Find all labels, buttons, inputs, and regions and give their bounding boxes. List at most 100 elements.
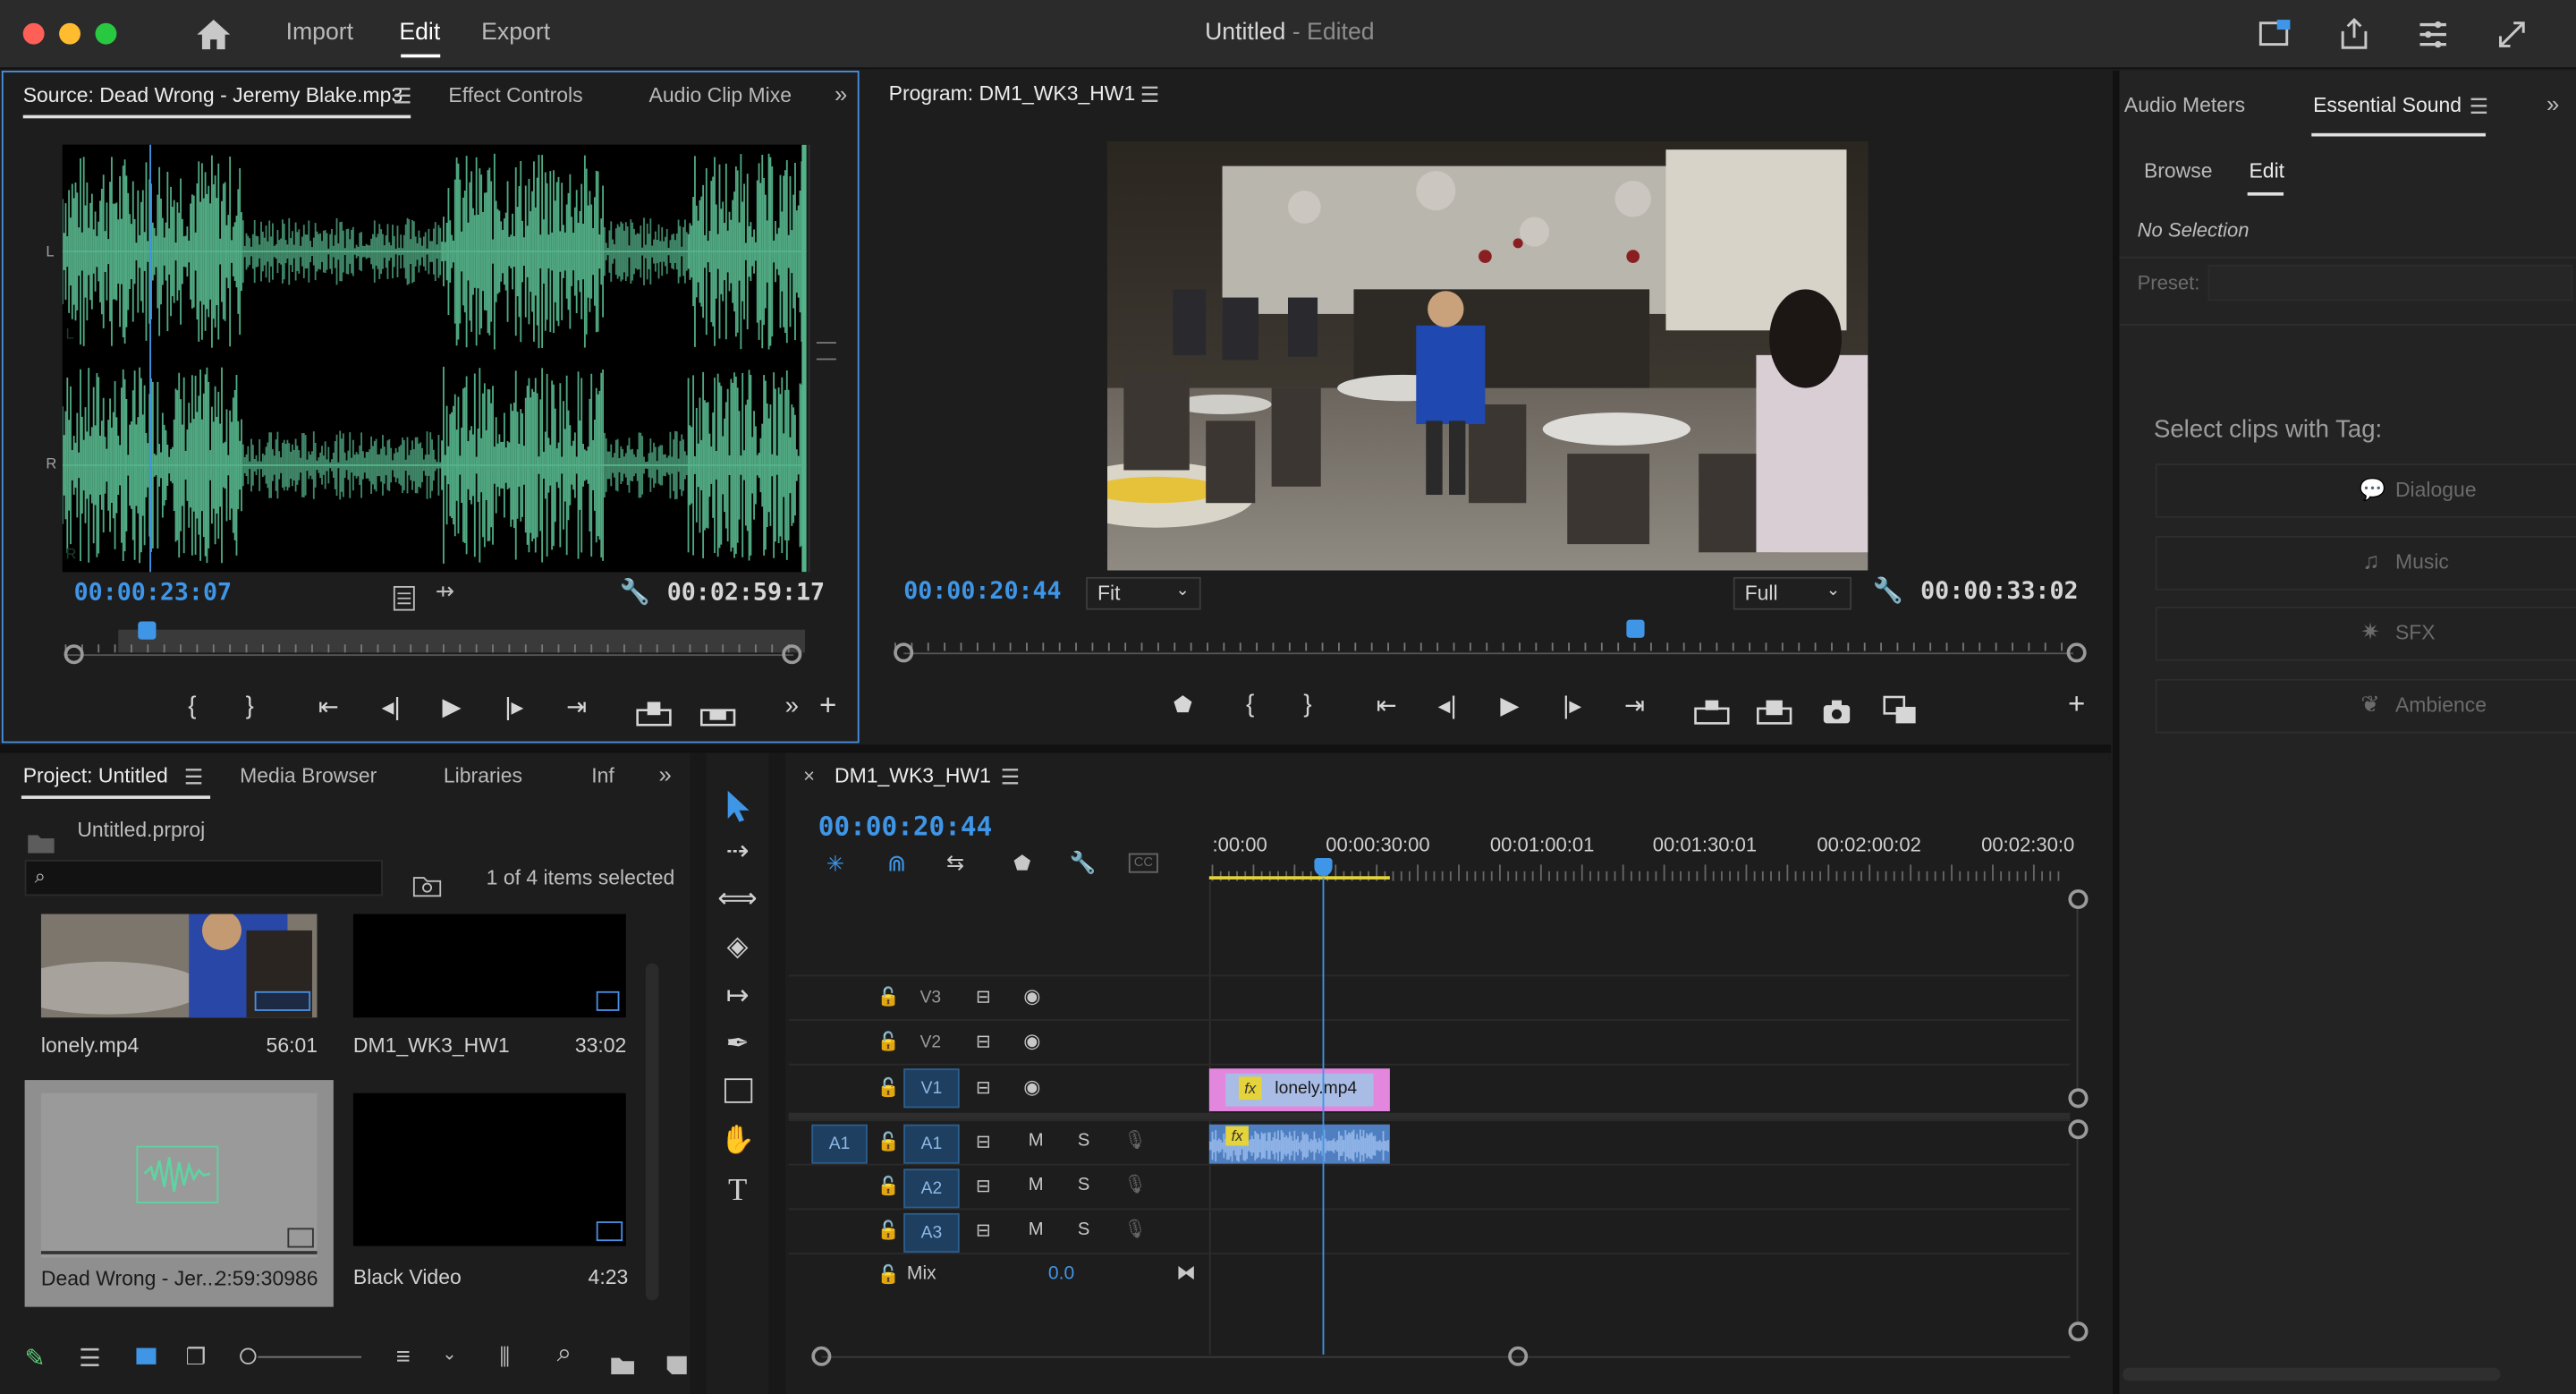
video-scroll-top-handle[interactable] bbox=[2068, 888, 2089, 910]
zoom-handle-right[interactable] bbox=[782, 644, 802, 665]
icon-view-icon[interactable] bbox=[136, 1347, 157, 1364]
dialogue-tag-button[interactable]: 💬 Dialogue bbox=[2155, 463, 2576, 518]
project-item-sequence[interactable]: DM1_WK3_HW1 33:02 bbox=[350, 914, 646, 1072]
panel-divider-horizontal[interactable] bbox=[0, 744, 2112, 753]
vertical-scrollbar[interactable] bbox=[645, 963, 659, 1301]
track-target-v1[interactable]: V1 bbox=[903, 1068, 960, 1109]
add-marker-icon[interactable]: ⬟ bbox=[1013, 852, 1030, 875]
overwrite-icon[interactable] bbox=[699, 693, 736, 727]
chevron-down-icon[interactable]: ⌄ bbox=[442, 1343, 457, 1364]
tab-libraries[interactable]: Libraries bbox=[444, 764, 522, 787]
workspaces-icon[interactable] bbox=[2415, 16, 2451, 52]
pen-tool-icon[interactable]: ✒ bbox=[707, 1027, 769, 1060]
timeline-playhead-handle[interactable] bbox=[1314, 858, 1333, 877]
edit-tab[interactable]: Edit bbox=[399, 20, 440, 46]
captions-icon[interactable]: CC bbox=[1128, 853, 1158, 873]
microphone-icon[interactable]: 🎙 bbox=[1123, 1174, 1147, 1195]
quick-export-icon[interactable] bbox=[2258, 16, 2293, 52]
tab-sequence[interactable]: DM1_WK3_HW1 bbox=[835, 764, 991, 787]
playback-resolution-select[interactable]: Full ⌄ bbox=[1733, 576, 1852, 610]
audio-clip[interactable]: fx bbox=[1208, 1124, 1390, 1164]
more-panels-chevron-icon[interactable]: » bbox=[835, 81, 847, 106]
mute-button[interactable]: M bbox=[1029, 1176, 1044, 1195]
new-bin-icon[interactable] bbox=[609, 1343, 635, 1374]
mute-button[interactable]: M bbox=[1029, 1131, 1044, 1151]
sync-lock-icon[interactable]: ⊟ bbox=[976, 1176, 991, 1196]
video-vertical-scrollbar[interactable] bbox=[2076, 909, 2079, 1089]
close-sequence-icon[interactable]: × bbox=[803, 764, 815, 787]
go-to-in-icon[interactable]: ⇤ bbox=[310, 692, 346, 721]
solo-button[interactable]: S bbox=[1078, 1220, 1089, 1239]
eye-icon[interactable]: ◉ bbox=[1023, 1075, 1040, 1099]
comparison-view-icon[interactable] bbox=[1883, 692, 1919, 724]
audio-scroll-top-handle[interactable] bbox=[2068, 1119, 2089, 1140]
settings-wrench-icon[interactable]: 🔧 bbox=[619, 577, 649, 607]
new-search-bin-icon[interactable] bbox=[412, 864, 442, 897]
microphone-icon[interactable]: 🎙 bbox=[1123, 1129, 1147, 1151]
program-time-ruler[interactable] bbox=[892, 618, 2078, 651]
fullscreen-icon[interactable] bbox=[2494, 16, 2529, 52]
panel-divider-vertical[interactable] bbox=[690, 752, 707, 1394]
zoom-handle-right[interactable] bbox=[2066, 642, 2087, 663]
tab-essential-sound[interactable]: Essential Sound bbox=[2313, 94, 2462, 117]
program-video-frame[interactable] bbox=[1106, 141, 1868, 571]
zoom-slider[interactable] bbox=[258, 1356, 362, 1358]
solo-button[interactable]: S bbox=[1078, 1131, 1089, 1151]
tab-effect-controls[interactable]: Effect Controls bbox=[448, 84, 582, 107]
project-item-lonely[interactable]: lonely.mp4 56:01 bbox=[25, 914, 337, 1072]
track-target-a1[interactable]: A1 bbox=[903, 1124, 960, 1164]
ambience-tag-button[interactable]: ❦ Ambience bbox=[2155, 678, 2576, 734]
lock-icon[interactable]: 🔓 bbox=[877, 1264, 900, 1286]
list-view-icon[interactable]: ☰ bbox=[79, 1343, 101, 1373]
lock-icon[interactable]: 🔓 bbox=[877, 1176, 900, 1196]
video-clip[interactable]: fx lonely.mp4 bbox=[1208, 1068, 1390, 1111]
timeline-panel-menu-icon[interactable]: ☰ bbox=[1001, 764, 1020, 790]
tab-edit[interactable]: Edit bbox=[2249, 159, 2284, 183]
snap-magnet-icon[interactable]: ⋒ bbox=[887, 850, 907, 878]
zoom-bar[interactable] bbox=[64, 654, 794, 657]
timeline-timecode[interactable]: 00:00:20:44 bbox=[818, 811, 993, 842]
project-item-audio[interactable]: Dead Wrong - Jer... 2:59:30986 bbox=[24, 1080, 334, 1307]
lock-icon[interactable]: 🔓 bbox=[877, 986, 900, 1007]
slip-tool-icon[interactable]: ↦ bbox=[707, 980, 769, 1013]
source-current-timecode[interactable]: 00:00:23:07 bbox=[74, 581, 232, 607]
solo-button[interactable]: S bbox=[1078, 1176, 1089, 1195]
project-search-input[interactable]: ⌕ bbox=[24, 859, 383, 897]
play-icon[interactable]: ▶ bbox=[434, 692, 470, 721]
timeline-zoom-right-handle[interactable] bbox=[1508, 1346, 1529, 1366]
export-frame-camera-icon[interactable] bbox=[1822, 692, 1852, 724]
sync-lock-icon[interactable]: ⊟ bbox=[976, 1076, 991, 1098]
step-forward-icon[interactable]: |▸ bbox=[496, 692, 532, 721]
mark-in-icon[interactable]: { bbox=[174, 692, 210, 719]
find-icon[interactable]: ⌕ bbox=[557, 1339, 572, 1369]
new-item-icon[interactable] bbox=[665, 1343, 689, 1374]
extract-icon[interactable] bbox=[1756, 692, 1792, 725]
lift-icon[interactable] bbox=[1694, 692, 1730, 725]
sort-icon[interactable]: ≡ bbox=[396, 1343, 411, 1371]
more-buttons-icon[interactable]: » bbox=[774, 692, 809, 719]
lock-icon[interactable]: 🔓 bbox=[877, 1076, 900, 1098]
razor-tool-icon[interactable]: ◈ bbox=[707, 931, 769, 964]
horizontal-scrollbar[interactable] bbox=[2123, 1367, 2501, 1381]
step-forward-icon[interactable]: |▸ bbox=[1555, 691, 1590, 719]
work-area-bar[interactable] bbox=[1208, 876, 1390, 880]
sfx-tag-button[interactable]: ✷ SFX bbox=[2155, 606, 2576, 661]
sync-lock-icon[interactable]: ⊟ bbox=[976, 1131, 991, 1152]
linked-selection-icon[interactable]: ⇆ bbox=[946, 850, 964, 876]
audio-waveform[interactable]: L R bbox=[62, 144, 807, 573]
more-panels-chevron-icon[interactable]: » bbox=[2546, 90, 2559, 116]
step-back-icon[interactable]: ◂| bbox=[1429, 691, 1465, 719]
panel-divider-vertical[interactable] bbox=[768, 752, 785, 1394]
automate-to-sequence-icon[interactable]: ⫼ bbox=[499, 1343, 510, 1371]
share-icon[interactable] bbox=[2336, 16, 2372, 52]
insert-icon[interactable] bbox=[636, 693, 672, 727]
audio-vertical-scrollbar[interactable] bbox=[2076, 1139, 2079, 1322]
type-tool-icon[interactable]: T bbox=[707, 1174, 769, 1210]
zoom-handle-left[interactable] bbox=[64, 644, 84, 665]
tab-media-browser[interactable]: Media Browser bbox=[240, 764, 377, 787]
timeline-zoom-left-handle[interactable] bbox=[811, 1346, 832, 1366]
tab-project[interactable]: Project: Untitled bbox=[23, 764, 168, 787]
project-item-black-video[interactable]: Black Video 4:23 bbox=[350, 1092, 646, 1307]
source-patch-a1[interactable]: A1 bbox=[811, 1124, 868, 1164]
add-marker-icon[interactable]: ⬟ bbox=[1165, 692, 1200, 718]
